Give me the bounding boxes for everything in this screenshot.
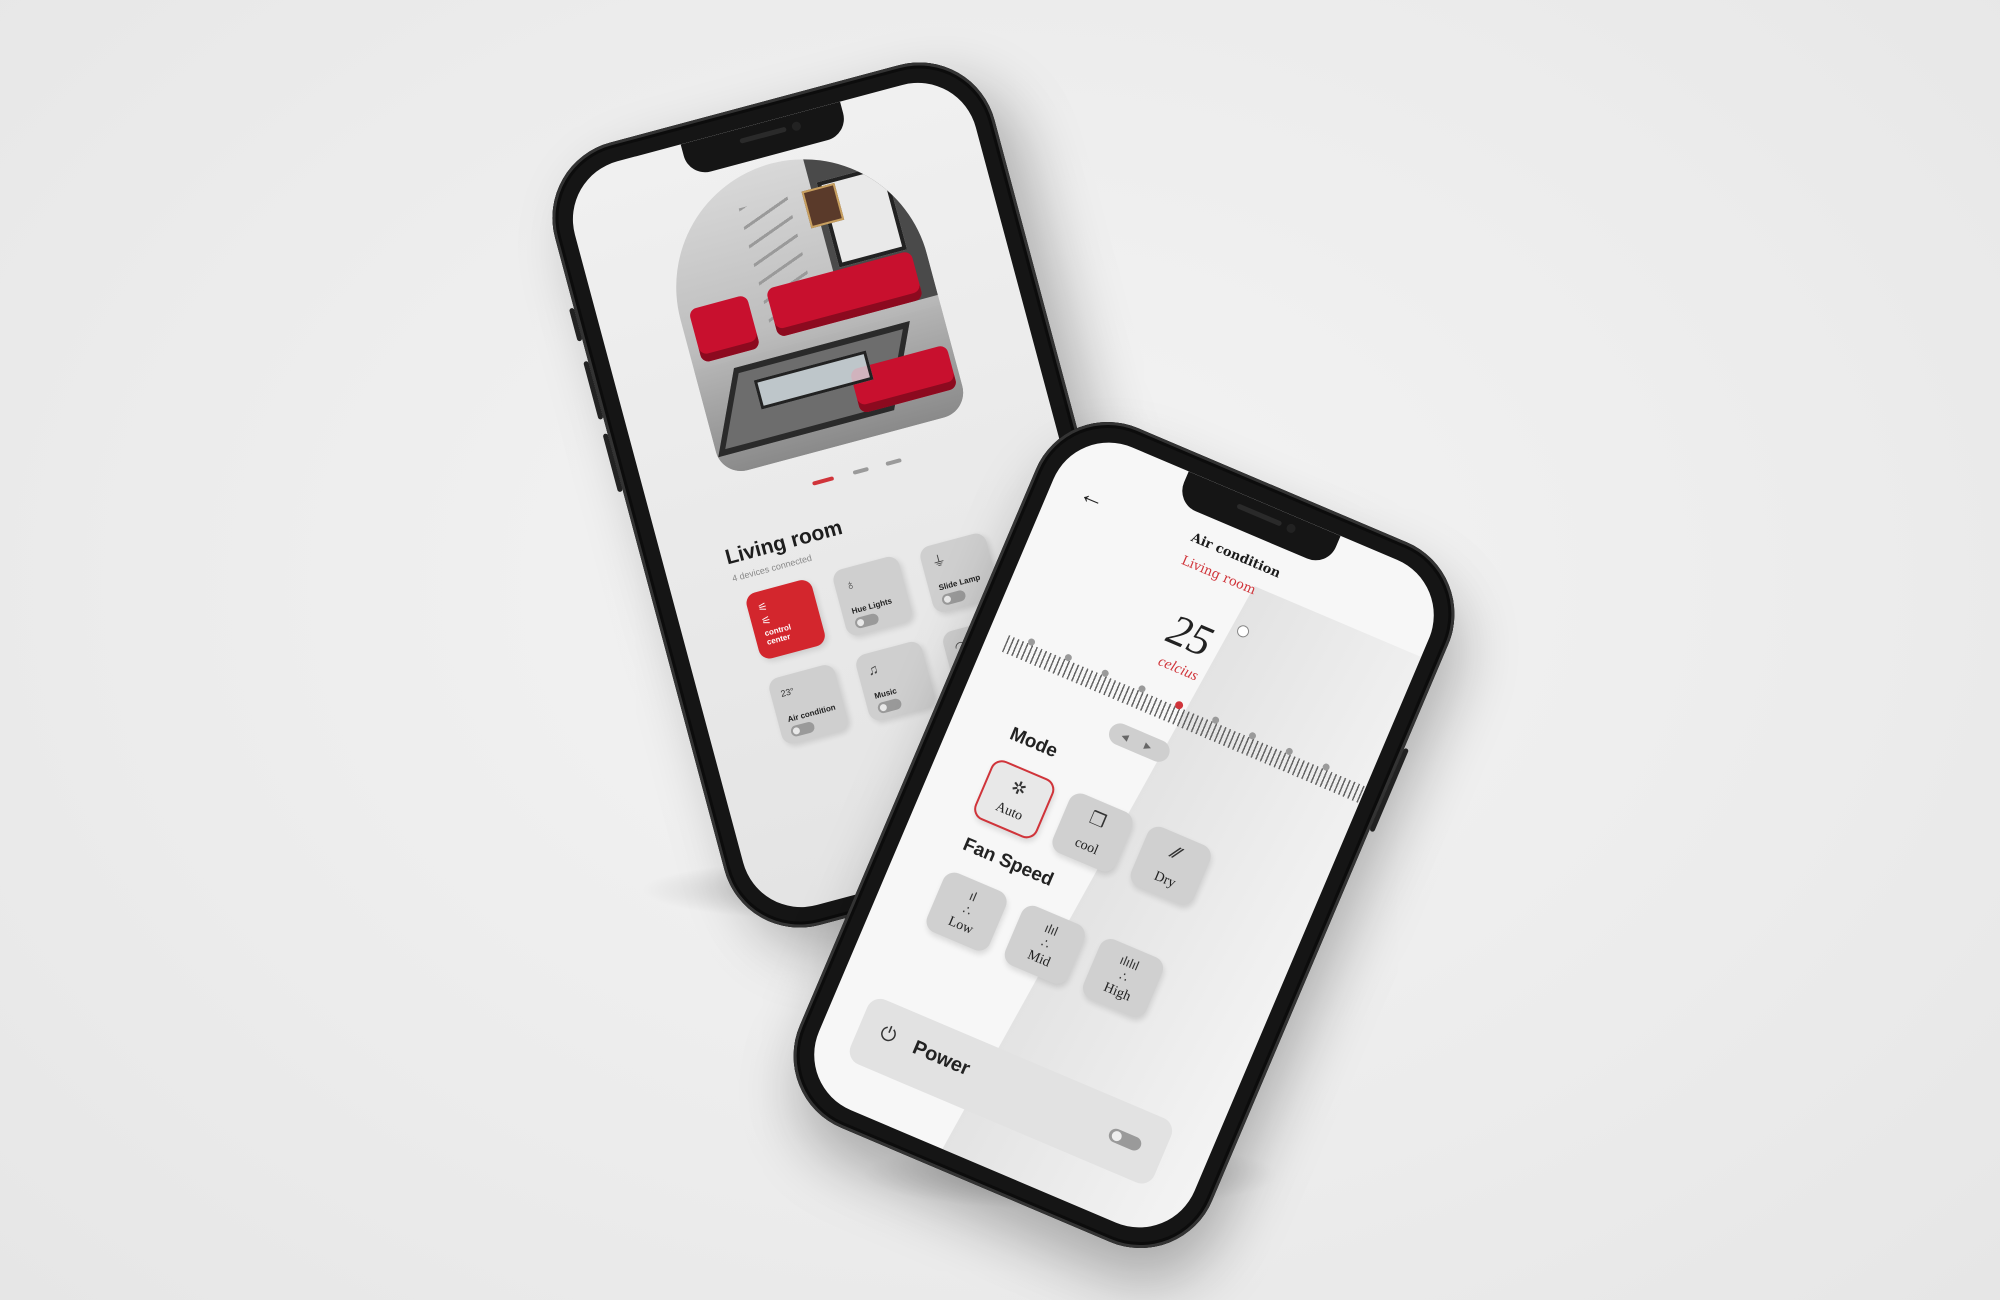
- mode-heading: Mode: [1006, 723, 1061, 763]
- sliders-icon: ⚟ ⚟: [756, 600, 773, 629]
- lamp-icon: ⏚: [929, 551, 948, 571]
- carousel-dot-3[interactable]: [885, 458, 902, 467]
- side-button-mute: [568, 307, 583, 342]
- tile-hue-lights[interactable]: ♁ Hue Lights: [830, 554, 915, 638]
- power-icon: ⏻: [876, 1021, 900, 1048]
- back-arrow-icon[interactable]: ←: [1075, 477, 1111, 516]
- carousel-dot-2[interactable]: [852, 466, 870, 475]
- tile-music[interactable]: ♫ Music: [853, 639, 938, 723]
- photo-sofa-left: [688, 294, 761, 364]
- ac-temp-value: 23°: [779, 685, 796, 699]
- hue-lights-toggle[interactable]: [853, 612, 880, 630]
- air-condition-toggle[interactable]: [789, 720, 816, 738]
- side-button-volume-down: [602, 433, 623, 493]
- tile-control-center[interactable]: ⚟ ⚟ control center: [744, 577, 828, 661]
- bulb-icon: ♁: [842, 575, 858, 594]
- living-room-photo[interactable]: [647, 130, 969, 477]
- tile-label: Air condition: [786, 702, 837, 725]
- power-toggle[interactable]: [1106, 1126, 1144, 1153]
- music-icon: ♫: [865, 660, 881, 679]
- power-label: Power: [909, 1036, 974, 1081]
- mode-auto[interactable]: ✲ Auto: [970, 756, 1059, 843]
- fan-low[interactable]: ıl ∴ Low: [922, 868, 1011, 955]
- notch: [1175, 471, 1341, 568]
- side-button-volume-up: [583, 360, 604, 420]
- tile-air-condition[interactable]: 23° Air condition: [766, 662, 851, 746]
- temperature-stepper[interactable]: ◀▶: [1105, 720, 1174, 766]
- music-toggle[interactable]: [876, 697, 903, 715]
- slide-lamp-toggle[interactable]: [940, 589, 967, 607]
- carousel-dot-1[interactable]: [811, 476, 835, 486]
